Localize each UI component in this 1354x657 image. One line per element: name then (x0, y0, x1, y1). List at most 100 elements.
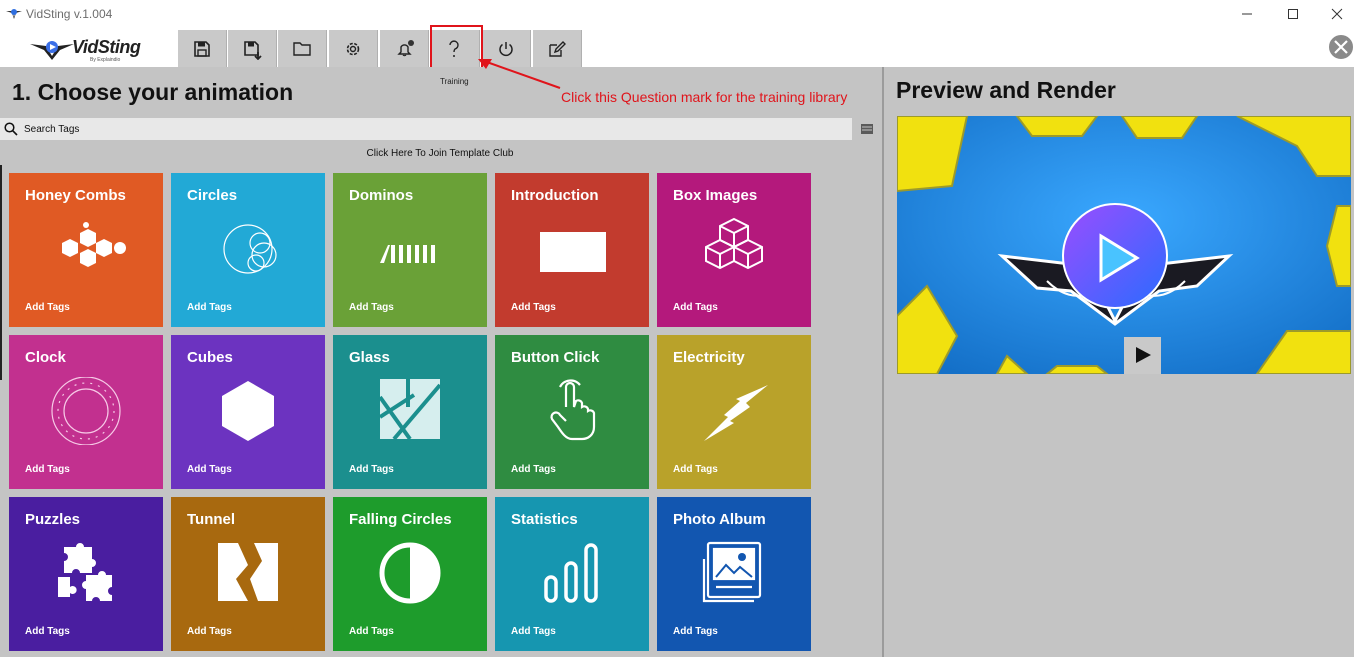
add-tags-link[interactable]: Add Tags (187, 626, 232, 637)
toolbar: VidSting By Explaindio (0, 28, 1354, 67)
logo-text: VidSting (72, 37, 141, 57)
puzzle-icon (58, 543, 112, 601)
template-tile[interactable]: Circles Add Tags (171, 173, 325, 327)
add-tags-link[interactable]: Add Tags (349, 626, 394, 637)
preview-title: Preview and Render (896, 77, 1116, 103)
template-name: Dominos (349, 187, 414, 204)
add-tags-link[interactable]: Add Tags (25, 464, 70, 475)
hand-click-icon (550, 379, 596, 441)
add-tags-link[interactable]: Add Tags (511, 464, 556, 475)
template-name: Circles (187, 187, 238, 204)
photo-album-icon (702, 541, 762, 603)
template-tile[interactable]: Honey Combs Add Tags (9, 173, 163, 327)
template-tile[interactable]: Glass Add Tags (333, 335, 487, 489)
gear-icon (346, 42, 360, 56)
animation-panel: 1. Choose your animation Training Click … (0, 59, 884, 657)
circles-icon (223, 224, 277, 274)
template-name: Tunnel (187, 511, 236, 528)
tunnel-icon (218, 543, 278, 601)
maximize-button[interactable] (1270, 0, 1316, 28)
settings-button[interactable] (329, 30, 378, 67)
template-name: Glass (349, 349, 390, 366)
glass-icon (378, 379, 442, 441)
honeycomb-icon (62, 222, 126, 267)
window-title: VidSting v.1.004 (26, 7, 113, 21)
notifications-button[interactable] (380, 30, 429, 67)
boxes-icon (705, 217, 763, 270)
app-close-button[interactable] (1327, 33, 1354, 61)
add-tags-link[interactable]: Add Tags (25, 302, 70, 313)
template-name: Clock (25, 349, 66, 366)
preview-graphic (897, 116, 1351, 374)
half-circle-icon (379, 542, 441, 604)
search-tags-bar[interactable]: Search Tags (0, 118, 852, 140)
search-icon (4, 122, 18, 136)
training-label: Training (440, 77, 469, 86)
template-name: Box Images (673, 187, 758, 204)
template-club-link[interactable]: Click Here To Join Template Club (0, 148, 880, 159)
search-tags-input[interactable]: Search Tags (24, 124, 79, 135)
vidsting-logo: VidSting By Explaindio (30, 36, 150, 63)
bar-chart-icon (544, 543, 598, 603)
annotation-arrow (478, 59, 561, 89)
clock-icon (51, 377, 121, 445)
logo-subtitle: By Explaindio (90, 57, 121, 63)
save-as-icon (244, 41, 262, 60)
save-icon (194, 41, 210, 57)
title-bar: VidSting v.1.004 (0, 0, 1354, 28)
add-tags-link[interactable]: Add Tags (349, 464, 394, 475)
template-tile[interactable]: Falling Circles Add Tags (333, 497, 487, 651)
add-tags-link[interactable]: Add Tags (187, 302, 232, 313)
template-name: Photo Album (673, 511, 766, 528)
window-close-button[interactable] (1314, 0, 1354, 28)
close-icon (1331, 8, 1343, 20)
template-name: Button Click (511, 349, 600, 366)
add-tags-link[interactable]: Add Tags (511, 626, 556, 637)
template-tile[interactable]: Button Click Add Tags (495, 335, 649, 489)
close-icon (1334, 40, 1348, 54)
lightning-icon (704, 385, 768, 441)
scroll-edge (0, 165, 2, 380)
logo-wings-icon (30, 41, 74, 60)
minimize-icon (1242, 13, 1252, 15)
template-tile[interactable]: Cubes Add Tags (171, 335, 325, 489)
add-tags-link[interactable]: Add Tags (187, 464, 232, 475)
minimize-button[interactable] (1224, 0, 1270, 28)
template-tile[interactable]: Statistics Add Tags (495, 497, 649, 651)
template-name: Electricity (673, 349, 745, 366)
open-button[interactable] (278, 30, 327, 67)
hexagon-icon (222, 381, 274, 441)
folder-icon (293, 42, 311, 56)
play-icon (1136, 347, 1151, 363)
template-name: Cubes (187, 349, 233, 366)
menu-icon (861, 124, 873, 134)
add-tags-link[interactable]: Add Tags (673, 302, 718, 313)
add-tags-link[interactable]: Add Tags (673, 464, 718, 475)
template-tile[interactable]: Box Images Add Tags (657, 173, 811, 327)
training-annotation: Click this Question mark for the trainin… (561, 89, 848, 105)
template-name: Honey Combs (25, 187, 126, 204)
template-tile[interactable]: Electricity Add Tags (657, 335, 811, 489)
template-name: Falling Circles (349, 511, 452, 528)
dominos-icon (380, 245, 435, 263)
template-tile[interactable]: Puzzles Add Tags (9, 497, 163, 651)
panel-heading: 1. Choose your animation (12, 79, 294, 105)
template-tile[interactable]: Introduction Add Tags (495, 173, 649, 327)
maximize-icon (1288, 9, 1298, 19)
preview-panel: Preview and Render (884, 67, 1354, 657)
template-name: Puzzles (25, 511, 81, 528)
add-tags-link[interactable]: Add Tags (673, 626, 718, 637)
template-tile[interactable]: Dominos Add Tags (333, 173, 487, 327)
play-button[interactable] (1124, 337, 1161, 374)
template-tile[interactable]: Photo Album Add Tags (657, 497, 811, 651)
menu-button[interactable] (857, 118, 877, 140)
rectangle-icon (540, 232, 606, 272)
add-tags-link[interactable]: Add Tags (25, 626, 70, 637)
template-tile[interactable]: Clock Add Tags (9, 335, 163, 489)
save-button[interactable] (178, 30, 227, 67)
bell-icon (397, 40, 414, 57)
add-tags-link[interactable]: Add Tags (511, 302, 556, 313)
save-as-button[interactable] (228, 30, 277, 67)
add-tags-link[interactable]: Add Tags (349, 302, 394, 313)
template-tile[interactable]: Tunnel Add Tags (171, 497, 325, 651)
